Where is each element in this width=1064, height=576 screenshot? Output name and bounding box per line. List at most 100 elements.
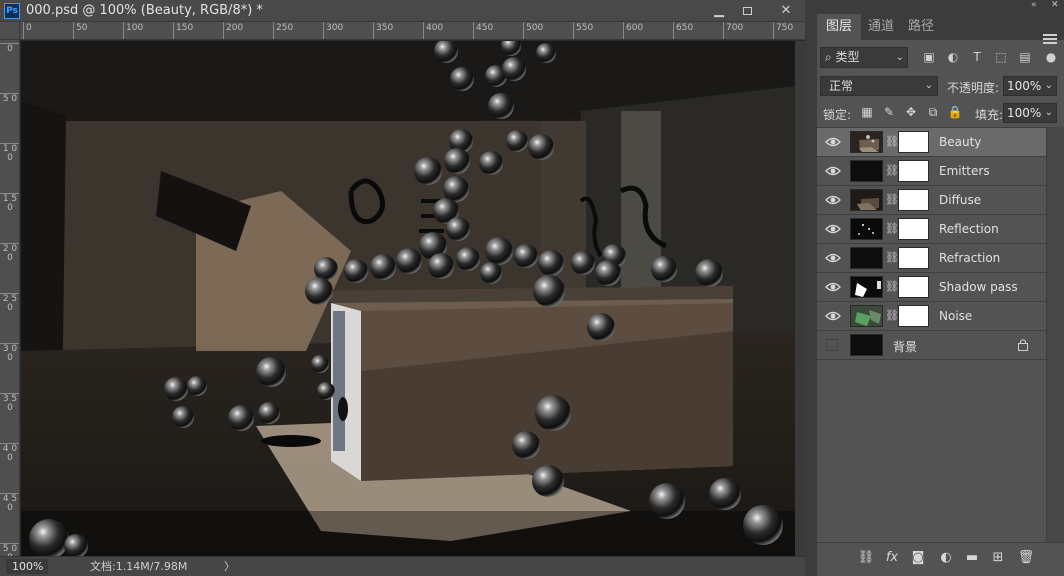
ruler-tick-label: 2 5 0 bbox=[0, 293, 19, 313]
mask-link-icon[interactable]: ⛓ bbox=[885, 192, 899, 208]
delete-layer-icon[interactable]: 🗑 bbox=[1017, 549, 1035, 567]
layer-name: Refraction bbox=[939, 251, 1001, 265]
blend-mode-select[interactable]: 正常 ⌄ bbox=[820, 76, 938, 96]
tab-channels[interactable]: 通道 bbox=[861, 14, 901, 40]
layers-list: ⛓ Beauty ⛓ Emitters ⛓ Diffuse ⛓ Reflection ⛓ Refr… bbox=[817, 127, 1046, 542]
new-layer-icon[interactable]: ⊞ bbox=[989, 549, 1007, 567]
mask-link-icon[interactable]: ⛓ bbox=[885, 279, 899, 295]
document-tab[interactable]: Ps 000.psd @ 100% (Beauty, RGB/8*) * ▁ ✕ bbox=[0, 0, 805, 22]
shape-layer-filter-icon[interactable]: ⬚ bbox=[993, 49, 1009, 65]
ruler-tick-label: 2 0 0 bbox=[0, 243, 19, 263]
maximize-button[interactable] bbox=[736, 2, 758, 20]
horizontal-ruler[interactable]: 0 50 100 150 200 250 300 350 400 450 500 550 600 650 7… bbox=[20, 22, 805, 40]
layer-row[interactable]: ⛓ Shadow pass bbox=[817, 273, 1046, 302]
layer-mask-thumbnail[interactable] bbox=[898, 218, 929, 240]
layer-mask-thumbnail[interactable] bbox=[898, 131, 929, 153]
image-canvas[interactable] bbox=[21, 41, 795, 556]
layer-row[interactable]: ⛓ Beauty bbox=[817, 128, 1046, 157]
layer-row[interactable]: 背景 bbox=[817, 331, 1046, 360]
mask-link-icon[interactable]: ⛓ bbox=[885, 221, 899, 237]
eye-icon[interactable] bbox=[825, 309, 841, 323]
layer-row[interactable]: ⛓ Reflection bbox=[817, 215, 1046, 244]
status-menu-arrow-icon[interactable]: 〉 bbox=[224, 559, 235, 574]
lock-position-icon[interactable]: ✥ bbox=[903, 104, 919, 120]
ruler-tick-label: 750 bbox=[773, 22, 793, 39]
canvas-vertical-scrollbar[interactable] bbox=[795, 41, 805, 556]
mask-link-icon[interactable]: ⛓ bbox=[885, 250, 899, 266]
panel-menu-icon[interactable] bbox=[1043, 34, 1057, 46]
ruler-tick-label: 1 5 0 bbox=[0, 193, 19, 213]
smart-object-filter-icon[interactable]: ▤ bbox=[1017, 49, 1033, 65]
close-button[interactable]: ✕ bbox=[774, 2, 798, 20]
mask-link-icon[interactable]: ⛓ bbox=[885, 134, 899, 150]
layer-thumbnail bbox=[850, 218, 883, 240]
layer-mask-thumbnail[interactable] bbox=[898, 160, 929, 182]
layer-row[interactable]: ⛓ Noise bbox=[817, 302, 1046, 331]
fill-input[interactable]: 100% ⌄ bbox=[1003, 103, 1057, 123]
layer-name: Reflection bbox=[939, 222, 999, 236]
layers-scrollbar[interactable] bbox=[1046, 127, 1064, 542]
fill-label: 填充: bbox=[975, 108, 1004, 122]
collapse-panels-icon[interactable]: « bbox=[1031, 0, 1037, 10]
chevron-down-icon: ⌄ bbox=[924, 80, 933, 91]
layer-mask-thumbnail[interactable] bbox=[898, 189, 929, 211]
mask-link-icon[interactable]: ⛓ bbox=[885, 308, 899, 324]
adjustment-layer-icon[interactable]: ◐ bbox=[937, 549, 955, 567]
ruler-tick-label: 5 0 bbox=[0, 93, 19, 104]
layer-row[interactable]: ⛓ Emitters bbox=[817, 157, 1046, 186]
layer-filter-select[interactable]: ⌕ 类型 ⌄ bbox=[820, 47, 908, 68]
lock-image-pixels-icon[interactable]: ✎ bbox=[881, 104, 897, 120]
lock-all-icon[interactable]: 🔒 bbox=[947, 104, 963, 120]
chevron-down-icon: ⌄ bbox=[895, 52, 904, 63]
type-layer-filter-icon[interactable]: T bbox=[969, 49, 985, 65]
chevron-down-icon: ⌄ bbox=[1044, 80, 1053, 91]
eye-icon[interactable] bbox=[825, 164, 841, 178]
eye-icon[interactable] bbox=[825, 135, 841, 149]
eye-icon[interactable] bbox=[825, 280, 841, 294]
layer-style-fx-icon[interactable]: fx bbox=[883, 549, 901, 567]
mask-link-icon[interactable]: ⛓ bbox=[885, 163, 899, 179]
layer-thumbnail bbox=[850, 131, 883, 153]
opacity-input[interactable]: 100% ⌄ bbox=[1003, 76, 1057, 96]
lock-transparent-pixels-icon[interactable]: ▦ bbox=[859, 104, 875, 120]
ruler-tick-label: 3 5 0 bbox=[0, 393, 19, 413]
panel-tabs: 图层 通道 路径 bbox=[817, 14, 1064, 44]
adjustment-layer-filter-icon[interactable]: ◐ bbox=[945, 49, 961, 65]
opacity-value: 100% bbox=[1007, 79, 1042, 93]
ruler-tick-label: 550 bbox=[573, 22, 593, 39]
eye-icon[interactable] bbox=[825, 251, 841, 265]
layers-panel-footer: ⛓ fx ◙ ◐ ▬ ⊞ 🗑 bbox=[817, 542, 1064, 576]
link-layers-icon[interactable]: ⛓ bbox=[857, 549, 875, 567]
new-group-icon[interactable]: ▬ bbox=[963, 549, 981, 567]
layer-thumbnail bbox=[850, 276, 883, 298]
pixel-layer-filter-icon[interactable]: ▣ bbox=[921, 49, 937, 65]
layer-mask-thumbnail[interactable] bbox=[898, 276, 929, 298]
ruler-tick-label: 1 0 0 bbox=[0, 143, 19, 163]
layer-mask-thumbnail[interactable] bbox=[898, 247, 929, 269]
minimize-button[interactable]: ▁ bbox=[708, 2, 730, 20]
ruler-tick-label: 500 bbox=[523, 22, 543, 39]
ruler-tick-label: 600 bbox=[623, 22, 643, 39]
fill-value: 100% bbox=[1007, 106, 1042, 120]
layer-mask-thumbnail[interactable] bbox=[898, 305, 929, 327]
tab-layers[interactable]: 图层 bbox=[817, 14, 861, 40]
photoshop-logo-icon: Ps bbox=[4, 3, 20, 19]
layer-row[interactable]: ⛓ Diffuse bbox=[817, 186, 1046, 215]
add-mask-icon[interactable]: ◙ bbox=[909, 549, 927, 567]
ruler-tick-label: 0 bbox=[0, 43, 19, 54]
visibility-toggle[interactable] bbox=[826, 339, 838, 351]
ruler-origin[interactable] bbox=[0, 22, 20, 40]
layer-row[interactable]: ⛓ Refraction bbox=[817, 244, 1046, 273]
tab-paths[interactable]: 路径 bbox=[901, 14, 941, 40]
document-size-info[interactable]: 文档:1.14M/7.98M bbox=[90, 559, 187, 574]
close-panels-icon[interactable]: ✕ bbox=[1051, 0, 1059, 10]
zoom-field[interactable]: 100% bbox=[6, 559, 48, 574]
eye-icon[interactable] bbox=[825, 222, 841, 236]
layer-thumbnail bbox=[850, 160, 883, 182]
eye-icon[interactable] bbox=[825, 193, 841, 207]
layer-name: Noise bbox=[939, 309, 973, 323]
vertical-ruler[interactable]: 0 5 0 1 0 0 1 5 0 2 0 0 2 5 0 3 0 0 3 5 0 4 0 0 4… bbox=[0, 40, 20, 556]
layer-name: Emitters bbox=[939, 164, 990, 178]
filter-toggle-icon[interactable]: ● bbox=[1043, 49, 1059, 65]
lock-artboard-icon[interactable]: ⧉ bbox=[925, 104, 941, 120]
